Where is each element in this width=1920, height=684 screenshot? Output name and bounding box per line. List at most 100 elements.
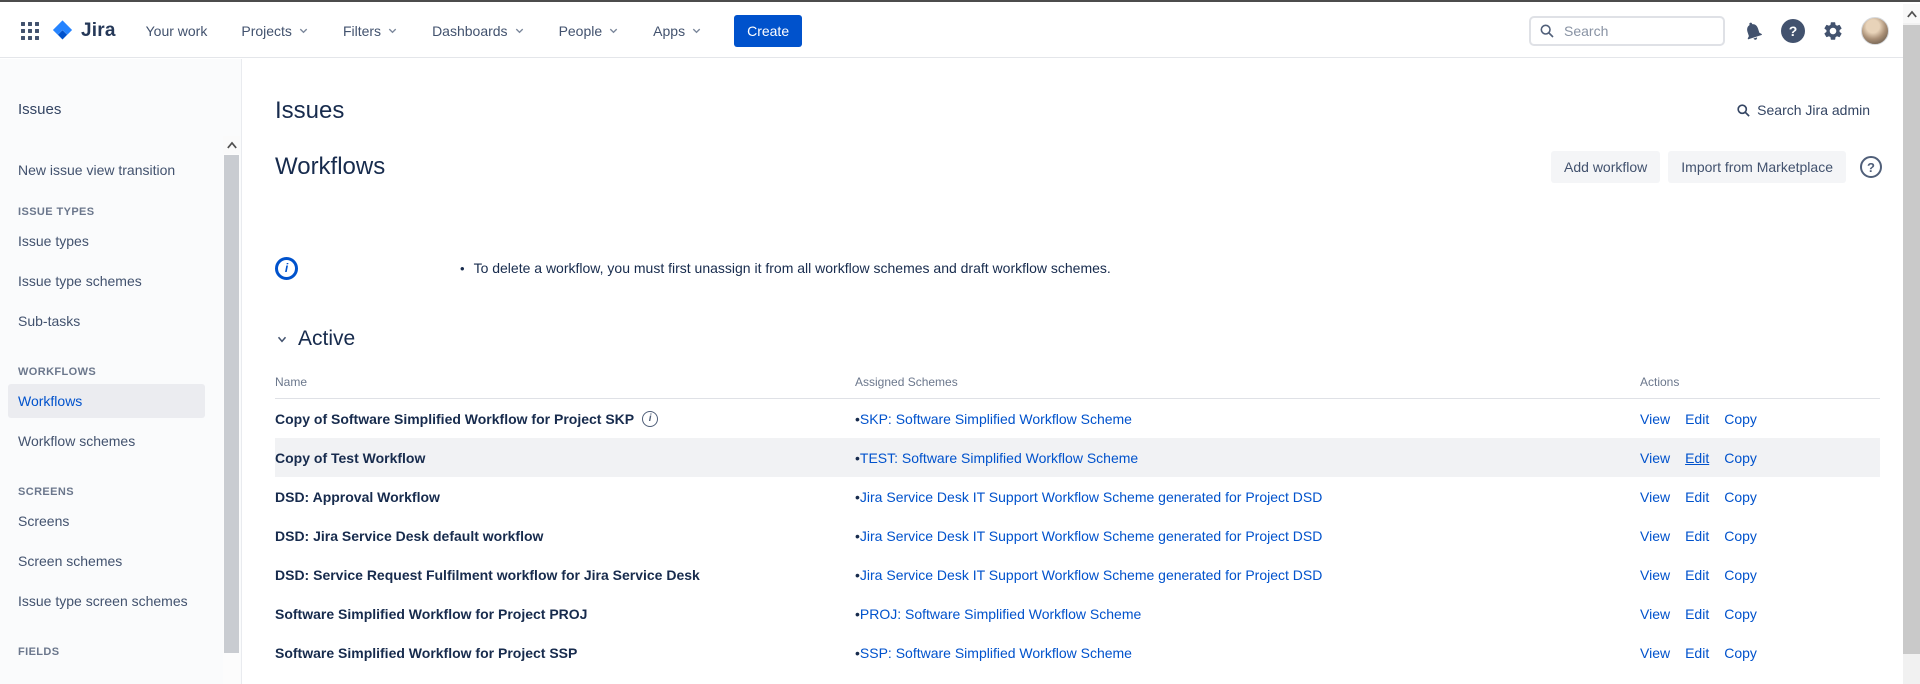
nav-item-your-work[interactable]: Your work bbox=[146, 23, 208, 39]
view-link[interactable]: View bbox=[1640, 528, 1670, 544]
sidebar-section-issue-types: ISSUE TYPES bbox=[18, 206, 241, 218]
sidebar-item-workflows[interactable]: Workflows bbox=[8, 384, 205, 418]
workflows-title-row: Workflows Add workflow Import from Marke… bbox=[275, 149, 1903, 185]
user-avatar[interactable] bbox=[1861, 17, 1889, 45]
active-section-header[interactable]: Active bbox=[275, 327, 1903, 351]
sidebar-section-screens: SCREENS bbox=[18, 486, 241, 498]
search-jira-admin-link[interactable]: Search Jira admin bbox=[1736, 102, 1870, 118]
assigned-scheme-link[interactable]: Jira Service Desk IT Support Workflow Sc… bbox=[860, 489, 1322, 505]
view-link[interactable]: View bbox=[1640, 489, 1670, 505]
edit-link[interactable]: Edit bbox=[1685, 489, 1709, 505]
sidebar-item-issue-type-schemes[interactable]: Issue type schemes bbox=[8, 264, 205, 298]
import-from-marketplace-button[interactable]: Import from Marketplace bbox=[1668, 151, 1846, 183]
edit-link[interactable]: Edit bbox=[1685, 411, 1709, 427]
view-link[interactable]: View bbox=[1640, 450, 1670, 466]
copy-link[interactable]: Copy bbox=[1724, 528, 1757, 544]
settings-gear-icon[interactable] bbox=[1822, 20, 1844, 42]
assigned-scheme-link[interactable]: TEST: Software Simplified Workflow Schem… bbox=[860, 450, 1138, 466]
workflow-name: Software Simplified Workflow for Project… bbox=[275, 606, 587, 622]
add-workflow-button[interactable]: Add workflow bbox=[1551, 151, 1660, 183]
sidebar-item-screen-schemes[interactable]: Screen schemes bbox=[8, 544, 205, 578]
create-button[interactable]: Create bbox=[734, 15, 802, 47]
nav-item-filters[interactable]: Filters bbox=[343, 23, 398, 39]
column-header-assigned-schemes: Assigned Schemes bbox=[855, 375, 1640, 389]
edit-link[interactable]: Edit bbox=[1685, 450, 1709, 466]
nav-item-dashboards[interactable]: Dashboards bbox=[432, 23, 525, 39]
table-row: Copy of Software Simplified Workflow for… bbox=[275, 399, 1880, 438]
copy-link[interactable]: Copy bbox=[1724, 606, 1757, 622]
app-switcher-icon[interactable] bbox=[14, 15, 46, 47]
table-row: DSD: Approval Workflow •Jira Service Des… bbox=[275, 477, 1880, 516]
sidebar-title: Issues bbox=[18, 101, 241, 118]
table-row: Software Simplified Workflow for Project… bbox=[275, 594, 1880, 633]
sidebar-scrollbar-up-arrow-icon[interactable] bbox=[223, 136, 240, 154]
assigned-scheme-link[interactable]: PROJ: Software Simplified Workflow Schem… bbox=[860, 606, 1141, 622]
window-scrollbar[interactable] bbox=[1903, 4, 1920, 684]
sidebar-scrollbar[interactable] bbox=[223, 136, 240, 684]
nav-item-apps[interactable]: Apps bbox=[653, 23, 702, 39]
view-link[interactable]: View bbox=[1640, 567, 1670, 583]
jira-logo[interactable]: Jira bbox=[50, 18, 116, 43]
table-row: Software Simplified Workflow for Project… bbox=[275, 633, 1880, 672]
assigned-scheme-link[interactable]: SKP: Software Simplified Workflow Scheme bbox=[860, 411, 1132, 427]
nav-item-projects[interactable]: Projects bbox=[241, 23, 309, 39]
assigned-scheme-link[interactable]: Jira Service Desk IT Support Workflow Sc… bbox=[860, 567, 1322, 583]
table-header-row: Name Assigned Schemes Actions bbox=[275, 375, 1880, 399]
topbar-right-cluster: ? bbox=[1529, 4, 1889, 58]
edit-link[interactable]: Edit bbox=[1685, 645, 1709, 661]
page-title: Workflows bbox=[275, 153, 385, 181]
active-section-title: Active bbox=[298, 327, 355, 351]
page-header: Issues Search Jira admin bbox=[275, 97, 1903, 127]
copy-link[interactable]: Copy bbox=[1724, 567, 1757, 583]
help-icon[interactable]: ? bbox=[1781, 19, 1805, 43]
breadcrumb-title: Issues bbox=[275, 97, 344, 124]
sidebar-section-workflows: WORKFLOWS bbox=[18, 366, 241, 378]
column-header-name: Name bbox=[275, 375, 855, 389]
jira-admin-workflows-page: Jira Your work Projects Filters Dashboar… bbox=[0, 0, 1920, 682]
scrollbar-up-arrow-icon[interactable] bbox=[1903, 4, 1920, 23]
view-link[interactable]: View bbox=[1640, 645, 1670, 661]
window-scrollbar-thumb[interactable] bbox=[1903, 25, 1920, 654]
copy-link[interactable]: Copy bbox=[1724, 411, 1757, 427]
chevron-down-icon bbox=[298, 25, 309, 36]
assigned-scheme-link[interactable]: SSP: Software Simplified Workflow Scheme bbox=[860, 645, 1132, 661]
sidebar-item-sub-tasks[interactable]: Sub-tasks bbox=[8, 304, 205, 338]
global-search[interactable] bbox=[1529, 16, 1725, 46]
info-icon[interactable]: i bbox=[642, 411, 658, 427]
view-link[interactable]: View bbox=[1640, 411, 1670, 427]
notifications-bell-icon[interactable] bbox=[1742, 20, 1764, 42]
sidebar-item-issue-type-screen-schemes[interactable]: Issue type screen schemes bbox=[8, 584, 205, 618]
sidebar-item-issue-types[interactable]: Issue types bbox=[8, 224, 205, 258]
workflow-name: DSD: Jira Service Desk default workflow bbox=[275, 528, 543, 544]
view-link[interactable]: View bbox=[1640, 606, 1670, 622]
sidebar-item-screens[interactable]: Screens bbox=[8, 504, 205, 538]
copy-link[interactable]: Copy bbox=[1724, 645, 1757, 661]
workflow-name: Copy of Software Simplified Workflow for… bbox=[275, 411, 634, 427]
main-content: Issues Search Jira admin Workflows Add w… bbox=[243, 59, 1903, 684]
search-input[interactable] bbox=[1562, 22, 1708, 40]
title-actions: Add workflow Import from Marketplace ? bbox=[1551, 151, 1882, 183]
nav-item-people[interactable]: People bbox=[559, 23, 620, 39]
info-message-row: i •To delete a workflow, you must first … bbox=[275, 255, 1903, 281]
table-row-highlighted: Copy of Test Workflow •TEST: Software Si… bbox=[275, 438, 1880, 477]
edit-link[interactable]: Edit bbox=[1685, 528, 1709, 544]
copy-link[interactable]: Copy bbox=[1724, 450, 1757, 466]
workflow-name: DSD: Approval Workflow bbox=[275, 489, 440, 505]
assigned-scheme-link[interactable]: Jira Service Desk IT Support Workflow Sc… bbox=[860, 528, 1322, 544]
help-icon[interactable]: ? bbox=[1860, 156, 1882, 178]
sidebar-section-fields: FIELDS bbox=[18, 646, 241, 658]
edit-link[interactable]: Edit bbox=[1685, 606, 1709, 622]
workflow-name: Software Simplified Workflow for Project… bbox=[275, 645, 577, 661]
info-icon: i bbox=[275, 257, 298, 280]
search-icon bbox=[1736, 103, 1751, 118]
sidebar-item-workflow-schemes[interactable]: Workflow schemes bbox=[8, 424, 205, 458]
top-navigation-bar: Jira Your work Projects Filters Dashboar… bbox=[0, 4, 1920, 58]
admin-sidebar: Issues New issue view transition ISSUE T… bbox=[0, 59, 242, 684]
copy-link[interactable]: Copy bbox=[1724, 489, 1757, 505]
chevron-down-icon bbox=[514, 25, 525, 36]
workflow-name: Copy of Test Workflow bbox=[275, 450, 425, 466]
sidebar-item-new-issue-view-transition[interactable]: New issue view transition bbox=[18, 162, 241, 178]
sidebar-scrollbar-thumb[interactable] bbox=[224, 155, 239, 653]
chevron-down-icon bbox=[608, 25, 619, 36]
edit-link[interactable]: Edit bbox=[1685, 567, 1709, 583]
